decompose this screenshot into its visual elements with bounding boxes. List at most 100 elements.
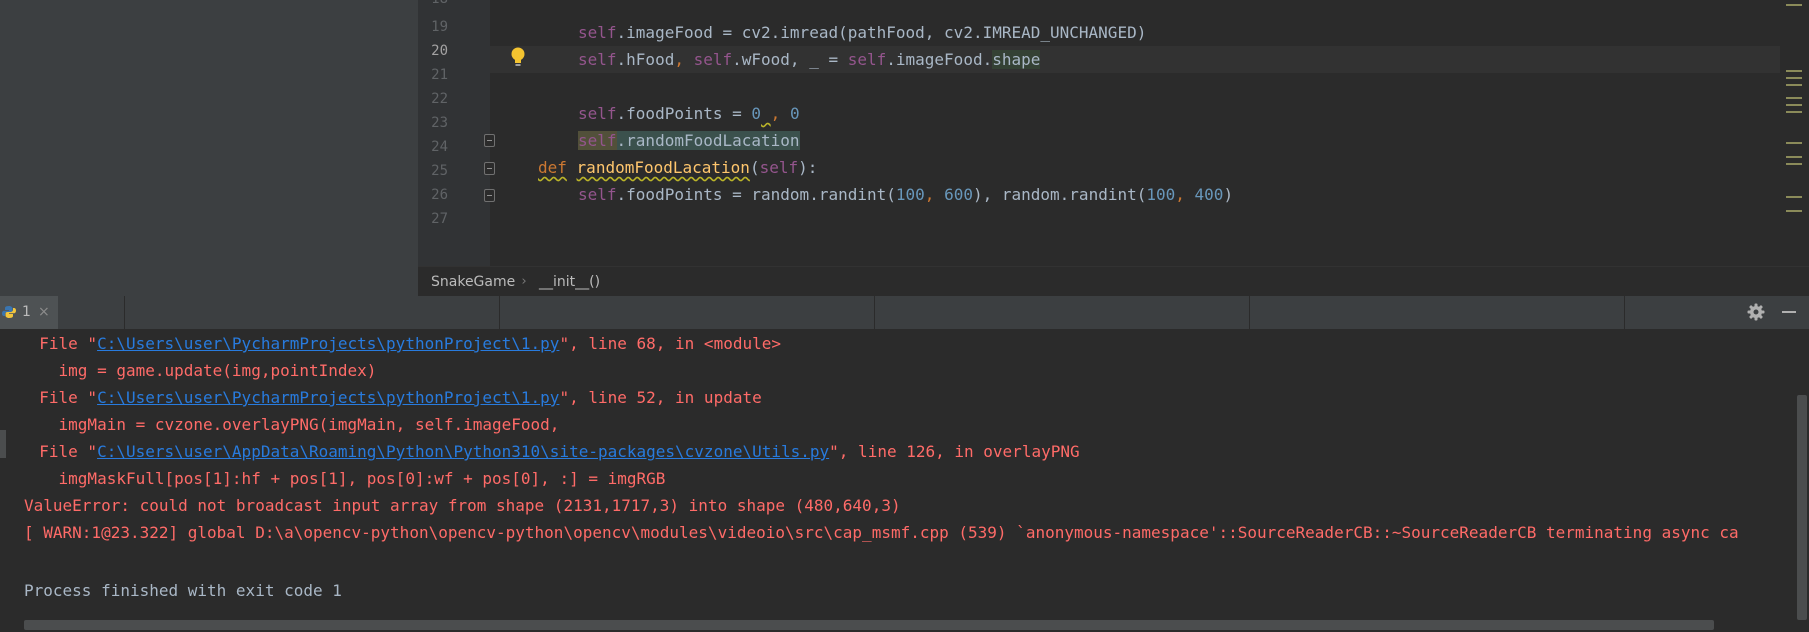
code-line-22[interactable]: self.foodPoints = 0 , 0: [578, 100, 800, 127]
traceback-line: File "C:\Users\user\PycharmProjects\pyth…: [20, 384, 762, 411]
traceback-line: File "C:\Users\user\PycharmProjects\pyth…: [20, 330, 781, 357]
code-line-23[interactable]: self.randomFoodLacation: [578, 127, 800, 154]
traceback-code-line: imgMain = cvzone.overlayPNG(imgMain, sel…: [20, 415, 560, 434]
self-token: self: [693, 50, 733, 69]
editor-gutter: 18 19 20 21 22 23 24 25 26 27: [418, 0, 490, 266]
run-tab-label: 1: [22, 304, 31, 320]
line-number: 22: [431, 91, 448, 107]
console-text: ", line 52, in update: [559, 388, 762, 407]
number-token: 100: [1146, 185, 1176, 204]
stripe-mark[interactable]: [1786, 84, 1802, 86]
code-text: .randomFoodLacation: [616, 131, 800, 150]
breadcrumb: SnakeGame › __init__(): [418, 266, 1809, 297]
stripe-mark[interactable]: [1786, 196, 1802, 198]
stripe-mark[interactable]: [1786, 163, 1802, 165]
code-text: ,: [770, 104, 781, 123]
line-number: 21: [431, 67, 448, 83]
console-text: File ": [20, 442, 98, 461]
divider: [124, 296, 125, 329]
number-token: 400: [1194, 185, 1224, 204]
statement-highlight: self.randomFoodLacation: [578, 131, 800, 150]
error-message: ValueError: could not broadcast input ar…: [24, 496, 901, 515]
warning-message: [ WARN:1@23.322] global D:\a\opencv-pyth…: [24, 523, 1739, 542]
self-token: self: [578, 50, 617, 69]
self-token: self: [578, 131, 617, 150]
code-text-highlight: shape: [992, 50, 1041, 69]
code-text: ): [1223, 185, 1234, 204]
divider: [499, 296, 500, 329]
stripe-mark[interactable]: [1786, 156, 1802, 158]
line-number: 23: [431, 115, 448, 131]
line-number: 25: [431, 163, 448, 179]
stripe-mark[interactable]: [1786, 210, 1802, 212]
divider: [1249, 296, 1250, 329]
stripe-mark[interactable]: [1786, 111, 1802, 113]
keyword-token: def: [538, 158, 567, 177]
left-scrollbar[interactable]: [0, 430, 6, 458]
process-exit-message: Process finished with exit code 1: [24, 581, 342, 600]
code-text: .foodPoints =: [616, 104, 752, 123]
warning-squiggle: [761, 104, 771, 123]
lightbulb-icon[interactable]: [509, 46, 527, 68]
self-token: self: [847, 50, 887, 69]
stripe-mark[interactable]: [1786, 97, 1802, 99]
code-text: ,: [1175, 185, 1195, 204]
breadcrumb-separator: ›: [520, 274, 528, 289]
number-token: 100: [895, 185, 925, 204]
error-stripe[interactable]: [1780, 0, 1809, 266]
code-text: ), random.randint(: [972, 185, 1147, 204]
code-line-19[interactable]: self.imageFood = cv2.imread(pathFood, cv…: [578, 19, 1146, 46]
self-token: self: [759, 158, 799, 177]
breadcrumb-class[interactable]: SnakeGame: [431, 267, 515, 297]
console-text: ", line 126, in overlayPNG: [829, 442, 1080, 461]
code-line-25[interactable]: self.foodPoints = random.randint(100, 60…: [578, 181, 1233, 208]
stripe-mark[interactable]: [1786, 77, 1802, 79]
self-token: self: [578, 185, 617, 204]
gear-icon[interactable]: [1747, 303, 1765, 321]
code-text: , _ =: [789, 50, 848, 69]
stripe-mark[interactable]: [1786, 4, 1802, 6]
line-number: 27: [431, 211, 448, 227]
divider: [874, 296, 875, 329]
function-name-token: randomFoodLacation: [576, 158, 750, 177]
project-panel: [0, 0, 418, 296]
console-text: File ": [20, 334, 98, 353]
code-text: (: [749, 158, 760, 177]
fold-end-icon[interactable]: [484, 134, 495, 147]
code-line-24[interactable]: def randomFoodLacation(self):: [538, 154, 817, 181]
stripe-mark[interactable]: [1786, 104, 1802, 106]
line-number: 26: [431, 187, 448, 203]
traceback-line: File "C:\Users\user\AppData\Roaming\Pyth…: [20, 438, 1080, 465]
code-text: .wFood: [732, 50, 790, 69]
minimize-icon[interactable]: [1780, 302, 1798, 322]
line-number: 19: [431, 19, 448, 35]
close-icon[interactable]: ×: [38, 296, 50, 329]
number-token: 600: [944, 185, 973, 204]
console-text: File ": [20, 388, 98, 407]
stripe-mark[interactable]: [1786, 142, 1802, 144]
vertical-scrollbar[interactable]: [1797, 395, 1807, 620]
fold-end-icon[interactable]: [484, 189, 495, 202]
line-number: 24: [431, 139, 448, 155]
run-toolwindow-header: [0, 296, 1809, 330]
code-text: .foodPoints = random.randint(: [616, 185, 896, 204]
traceback-code-line: imgMaskFull[pos[1]:hf + pos[1], pos[0]:w…: [20, 469, 666, 488]
console-text: ", line 68, in <module>: [559, 334, 781, 353]
horizontal-scrollbar[interactable]: [24, 620, 1714, 630]
code-text: ,: [924, 185, 945, 204]
code-line-20[interactable]: self.hFood, self.wFood, _ = self.imageFo…: [578, 46, 1041, 73]
code-text: .imageFood.: [886, 50, 993, 69]
line-number-current: 20: [431, 43, 448, 59]
stripe-mark[interactable]: [1786, 70, 1802, 72]
code-text: .imageFood = cv2.imread(pathFood, cv2.IM…: [616, 23, 1147, 42]
self-token: self: [578, 104, 617, 123]
fold-start-icon[interactable]: [484, 162, 495, 175]
file-link[interactable]: C:\Users\user\PycharmProjects\pythonProj…: [97, 334, 559, 353]
divider: [1624, 296, 1625, 329]
file-link[interactable]: C:\Users\user\AppData\Roaming\Python\Pyt…: [97, 442, 829, 461]
line-number: 18: [418, 0, 448, 13]
number-token: 0: [751, 104, 762, 123]
file-link[interactable]: C:\Users\user\PycharmProjects\pythonProj…: [97, 388, 559, 407]
run-tab[interactable]: 1 ×: [0, 296, 58, 329]
breadcrumb-method[interactable]: __init__(): [539, 267, 600, 297]
